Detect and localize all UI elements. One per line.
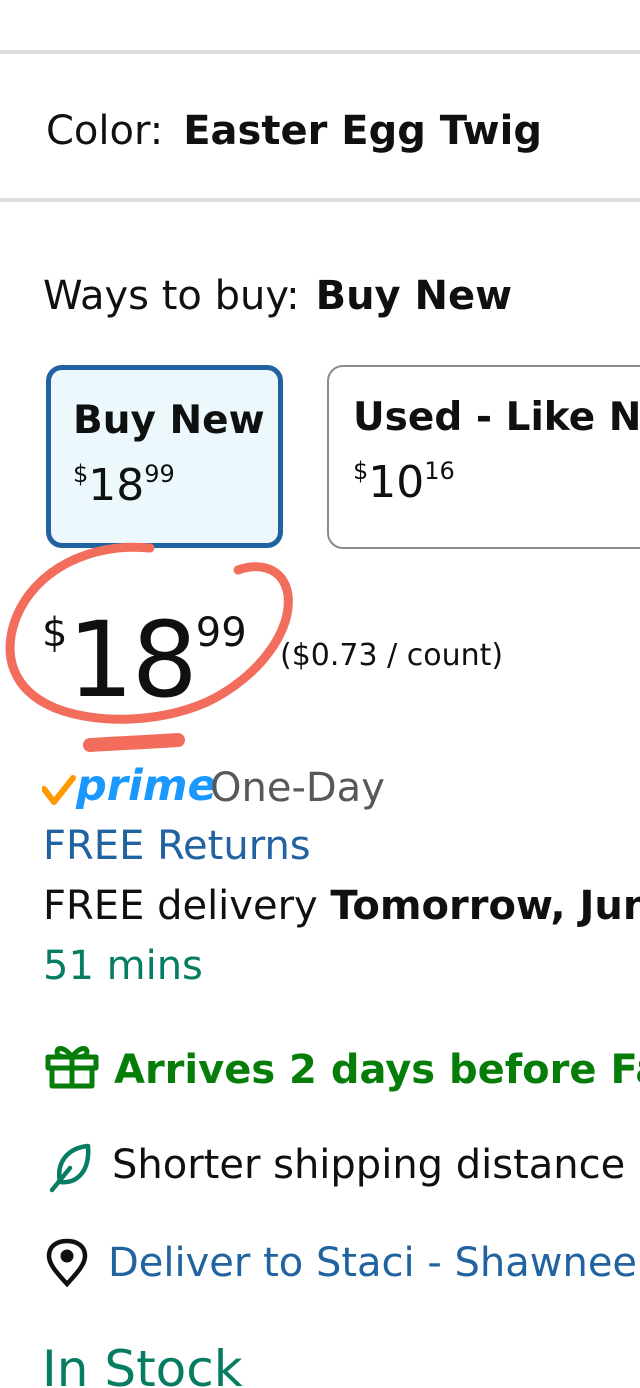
- unit-price: ($0.73 / count): [280, 638, 504, 673]
- free-returns-link[interactable]: FREE Returns: [43, 823, 311, 869]
- delivery-prefix: FREE delivery: [43, 883, 318, 929]
- price-fraction: 99: [144, 460, 175, 488]
- stock-status: In Stock: [42, 1340, 243, 1388]
- delivery-estimate: FREE delivery Tomorrow, Jun: [43, 883, 640, 929]
- price-currency: $: [353, 457, 369, 485]
- location-pin-icon: [46, 1238, 88, 1288]
- price-whole: 18: [88, 460, 145, 511]
- hand-drawn-circle-annotation: [5, 542, 293, 752]
- prime-logo-text: prime: [76, 761, 217, 811]
- color-label: Color:: [46, 108, 164, 154]
- gift-arrival-text: Arrives 2 days before Fath: [114, 1047, 640, 1093]
- color-selection: Color: Easter Egg Twig: [46, 108, 542, 154]
- buy-option-title: Used - Like New: [353, 395, 640, 440]
- product-buy-box: Color: Easter Egg Twig Ways to buy: Buy Ne…: [0, 0, 640, 1388]
- gift-icon: [45, 1046, 99, 1089]
- buy-option-price: $1899: [73, 462, 175, 508]
- buy-option-price: $1016: [353, 459, 455, 505]
- section-divider: [0, 50, 640, 54]
- deliver-to-link[interactable]: Deliver to Staci - Shawnee: [44, 1238, 637, 1298]
- color-value: Easter Egg Twig: [183, 108, 542, 154]
- shipping-distance-text: Shorter shipping distance: [112, 1142, 626, 1188]
- prime-speed: One-Day: [210, 765, 385, 811]
- buy-option-title: Buy New: [73, 398, 265, 443]
- buy-option-new[interactable]: Buy New $1899: [46, 365, 283, 548]
- deliver-to-text: Deliver to Staci - Shawnee: [108, 1240, 638, 1286]
- price-whole: 10: [368, 457, 425, 508]
- price-fraction: 16: [424, 457, 455, 485]
- prime-check-icon: [42, 775, 76, 805]
- price-currency: $: [73, 460, 89, 488]
- section-divider: [0, 198, 640, 202]
- delivery-date: Tomorrow, Jun: [330, 883, 640, 929]
- ways-to-buy-value: Buy New: [315, 273, 513, 319]
- shipping-distance-badge: Shorter shipping distance: [48, 1142, 625, 1204]
- ways-to-buy-heading: Ways to buy: Buy New: [43, 273, 512, 319]
- leaf-icon: [49, 1143, 91, 1193]
- gift-arrival-badge: Arrives 2 days before Fath: [44, 1043, 640, 1099]
- order-cutoff-countdown: 51 mins: [43, 943, 203, 989]
- ways-to-buy-label: Ways to buy:: [43, 273, 300, 319]
- buy-option-used-like-new[interactable]: Used - Like New $1016: [327, 365, 640, 549]
